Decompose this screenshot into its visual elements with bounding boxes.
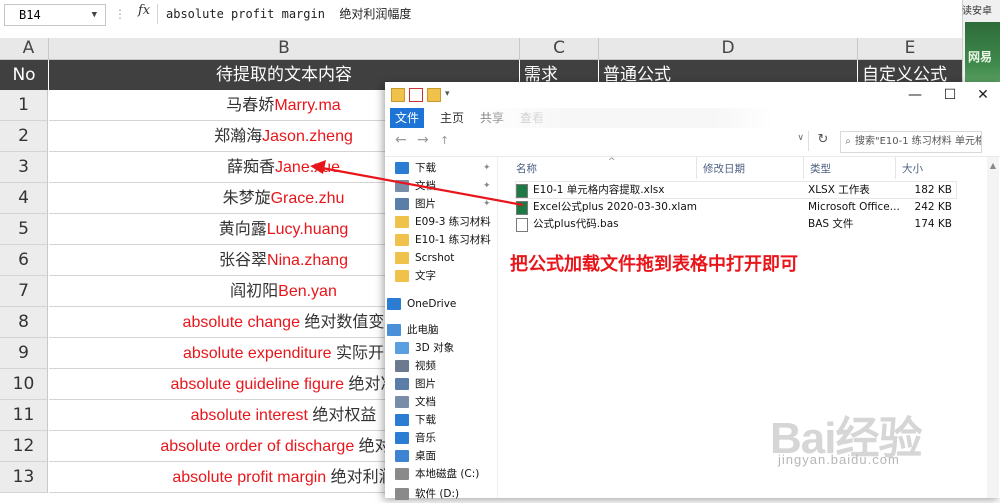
instruction-annotation: 把公式加载文件拖到表格中打开即可: [510, 254, 798, 275]
drag-arrow-line: [321, 166, 524, 207]
drag-arrow-head: [310, 160, 326, 174]
baidu-watermark-url: jingyan.baidu.com: [778, 452, 900, 467]
